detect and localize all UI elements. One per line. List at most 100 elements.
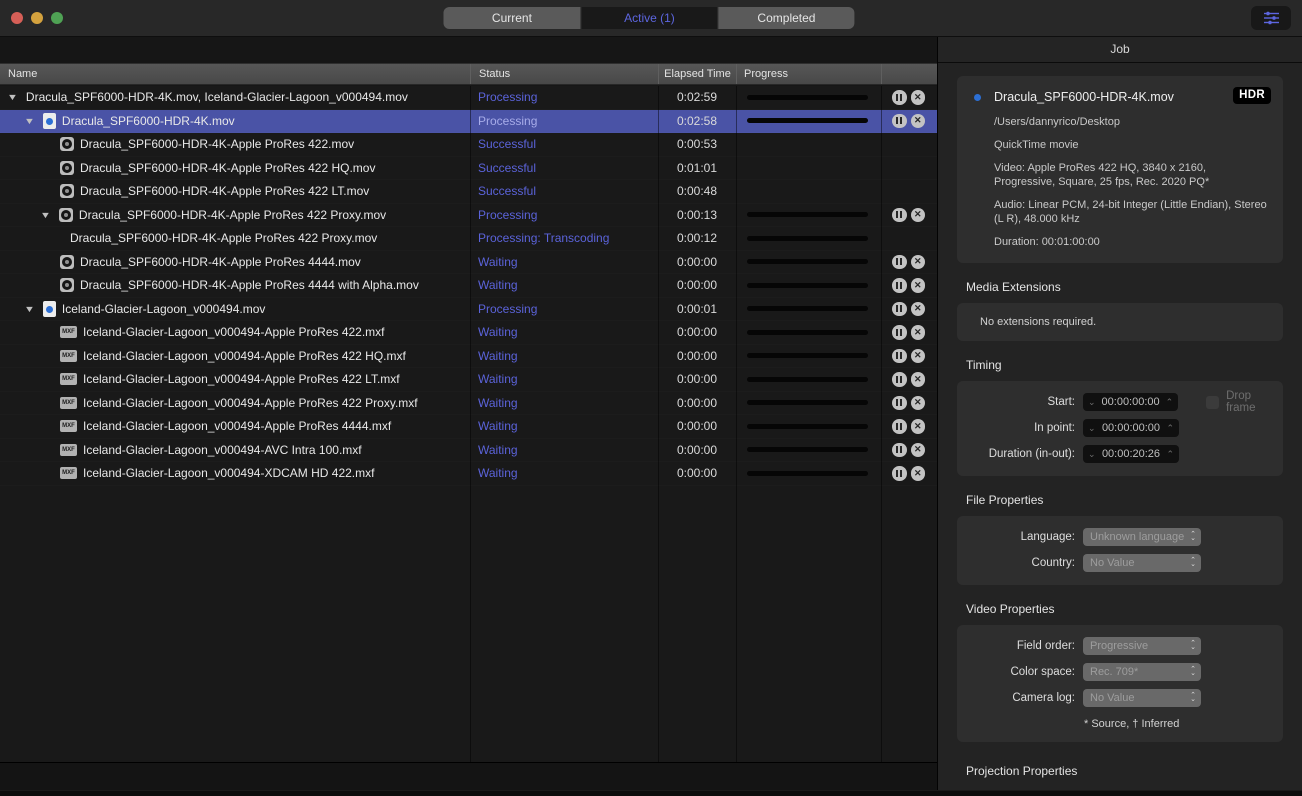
status-text: Waiting	[478, 372, 518, 387]
column-header-status[interactable]: Status	[470, 64, 658, 84]
pause-icon	[896, 422, 903, 430]
disclosure-triangle-icon[interactable]: ▼	[7, 92, 18, 102]
file-name: Iceland-Glacier-Lagoon_v000494-Apple Pro…	[83, 348, 406, 363]
cancel-button[interactable]: ✕	[910, 278, 925, 293]
field-order-popup[interactable]: Progressive ⌃ ⌄	[1083, 637, 1201, 655]
cancel-button[interactable]: ✕	[910, 372, 925, 387]
disclosure-triangle-icon[interactable]: ▼	[40, 210, 51, 220]
drop-frame-checkbox[interactable]	[1206, 395, 1220, 409]
cancel-button[interactable]: ✕	[910, 325, 925, 340]
in-point-label: In point:	[1034, 422, 1075, 434]
media-extensions-card: No extensions required.	[957, 303, 1283, 341]
in-point-stepper[interactable]: ⌄ 00:00:00:00 ⌃	[1083, 419, 1179, 437]
column-divider[interactable]	[470, 86, 471, 762]
cancel-button[interactable]: ✕	[910, 348, 925, 363]
minimize-window-button[interactable]	[31, 12, 43, 24]
file-name: Iceland-Glacier-Lagoon_v000494-Apple Pro…	[83, 419, 392, 434]
table-row[interactable]: MXF Iceland-Glacier-Lagoon_v000494-XDCAM …	[0, 462, 937, 486]
table-row[interactable]: Dracula_SPF6000-HDR-4K-Apple ProRes 422.…	[0, 133, 937, 157]
pause-button[interactable]	[892, 278, 907, 293]
column-divider[interactable]	[736, 86, 737, 762]
cancel-button[interactable]: ✕	[910, 419, 925, 434]
pause-button[interactable]	[892, 90, 907, 105]
cancel-button[interactable]: ✕	[910, 254, 925, 269]
column-header-elapsed-time[interactable]: Elapsed Time	[658, 64, 736, 84]
row-actions-cell: ✕	[881, 110, 937, 133]
start-stepper[interactable]: ⌄ 00:00:00:00 ⌃	[1083, 393, 1179, 411]
table-row[interactable]: MXF Iceland-Glacier-Lagoon_v000494-Apple …	[0, 392, 937, 416]
pause-button[interactable]	[892, 113, 907, 128]
cancel-button[interactable]: ✕	[910, 113, 925, 128]
section-job-annotations[interactable]: Job Annotations	[966, 788, 1283, 791]
color-space-popup[interactable]: Rec. 709* ⌃ ⌄	[1083, 663, 1201, 681]
zoom-window-button[interactable]	[51, 12, 63, 24]
stepper-increment-icon[interactable]: ⌃	[1166, 397, 1174, 407]
tab-completed[interactable]: Completed	[717, 7, 855, 29]
camera-log-popup[interactable]: No Value ⌃ ⌄	[1083, 689, 1201, 707]
cancel-button[interactable]: ✕	[910, 90, 925, 105]
stepper-decrement-icon[interactable]: ⌄	[1088, 397, 1096, 407]
elapsed-time: 0:00:00	[676, 325, 718, 340]
pause-button[interactable]	[892, 301, 907, 316]
column-divider[interactable]	[881, 86, 882, 762]
duration-in-out-stepper[interactable]: ⌄ 00:00:20:26 ⌃	[1083, 445, 1179, 463]
table-row[interactable]: MXF Iceland-Glacier-Lagoon_v000494-Apple …	[0, 321, 937, 345]
pause-button[interactable]	[892, 348, 907, 363]
stepper-increment-icon[interactable]: ⌃	[1166, 423, 1174, 433]
row-status-cell: Waiting	[470, 368, 658, 391]
stepper-decrement-icon[interactable]: ⌄	[1088, 449, 1096, 459]
pause-button[interactable]	[892, 254, 907, 269]
hdr-badge: HDR	[1233, 87, 1271, 104]
cancel-button[interactable]: ✕	[910, 395, 925, 410]
tab-active[interactable]: Active (1)	[580, 7, 718, 29]
stepper-increment-icon[interactable]: ⌃	[1166, 449, 1174, 459]
disclosure-triangle-icon[interactable]: ▼	[24, 116, 35, 126]
cancel-button[interactable]: ✕	[910, 207, 925, 222]
table-row[interactable]: ▼ Dracula_SPF6000-HDR-4K.mov Processing 0:0…	[0, 109, 937, 133]
stepper-decrement-icon[interactable]: ⌄	[1088, 423, 1096, 433]
table-row[interactable]: MXF Iceland-Glacier-Lagoon_v000494-Apple …	[0, 345, 937, 369]
row-name-cell: MXF Iceland-Glacier-Lagoon_v000494-Apple …	[0, 415, 470, 438]
row-progress-cell	[736, 392, 881, 415]
country-popup[interactable]: No Value ⌃ ⌄	[1083, 554, 1201, 572]
table-row[interactable]: ▼ Iceland-Glacier-Lagoon_v000494.mov Proce…	[0, 298, 937, 322]
table-row[interactable]: MXF Iceland-Glacier-Lagoon_v000494-Apple …	[0, 415, 937, 439]
table-row[interactable]: MXF Iceland-Glacier-Lagoon_v000494-Apple …	[0, 368, 937, 392]
column-divider[interactable]	[658, 86, 659, 762]
table-row[interactable]: ▼ Dracula_SPF6000-HDR-4K-Apple ProRes 422…	[0, 204, 937, 228]
row-progress-cell	[736, 227, 881, 250]
table-row[interactable]: Dracula_SPF6000-HDR-4K-Apple ProRes 422 …	[0, 227, 937, 251]
inspector-toggle-button[interactable]	[1251, 6, 1291, 30]
column-header-name[interactable]: Name	[0, 64, 470, 84]
language-popup[interactable]: Unknown language ⌃ ⌄	[1083, 528, 1201, 546]
close-window-button[interactable]	[11, 12, 23, 24]
pause-button[interactable]	[892, 395, 907, 410]
row-status-cell: Processing	[470, 110, 658, 133]
pause-button[interactable]	[892, 372, 907, 387]
column-header-progress[interactable]: Progress	[736, 64, 881, 84]
pause-button[interactable]	[892, 466, 907, 481]
pause-icon	[896, 305, 903, 313]
cancel-button[interactable]: ✕	[910, 301, 925, 316]
progress-bar	[747, 259, 868, 265]
pause-button[interactable]	[892, 419, 907, 434]
pause-button[interactable]	[892, 325, 907, 340]
pause-button[interactable]	[892, 442, 907, 457]
pause-button[interactable]	[892, 207, 907, 222]
table-row[interactable]: ▼ Dracula_SPF6000-HDR-4K.mov, Iceland-Gla…	[0, 86, 937, 110]
title-bar: Current Active (1) Completed	[0, 0, 1302, 37]
table-row[interactable]: Dracula_SPF6000-HDR-4K-Apple ProRes 4444…	[0, 251, 937, 275]
pause-icon	[896, 375, 903, 383]
popup-arrows-icon: ⌃ ⌄	[1190, 691, 1196, 703]
cancel-button[interactable]: ✕	[910, 466, 925, 481]
table-row[interactable]: Dracula_SPF6000-HDR-4K-Apple ProRes 422 …	[0, 157, 937, 181]
tab-current[interactable]: Current	[443, 7, 581, 29]
file-name: Iceland-Glacier-Lagoon_v000494-Apple Pro…	[83, 325, 385, 340]
disclosure-triangle-icon[interactable]: ▼	[24, 304, 35, 314]
pause-icon	[896, 352, 903, 360]
table-row[interactable]: Dracula_SPF6000-HDR-4K-Apple ProRes 422 …	[0, 180, 937, 204]
cancel-button[interactable]: ✕	[910, 442, 925, 457]
table-row[interactable]: Dracula_SPF6000-HDR-4K-Apple ProRes 4444…	[0, 274, 937, 298]
section-projection-properties[interactable]: Projection Properties	[966, 755, 1283, 788]
table-row[interactable]: MXF Iceland-Glacier-Lagoon_v000494-AVC In…	[0, 439, 937, 463]
